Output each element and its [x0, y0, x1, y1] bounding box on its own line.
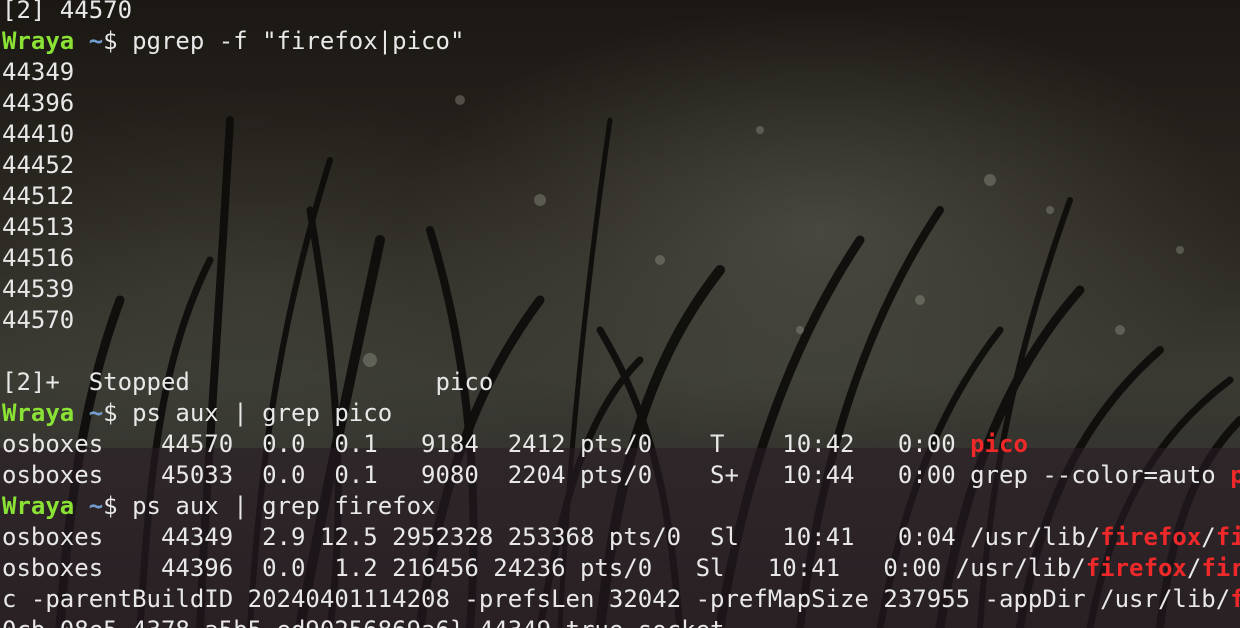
prompt-user: Wraya — [2, 492, 75, 520]
output-text: osboxes 44396 0.0 1.2 216456 24236 pts/0… — [2, 554, 1086, 582]
output-line: 44570 — [2, 305, 1240, 336]
command-text: ps aux | grep firefox — [132, 492, 436, 520]
output-line: [2]+ Stopped pico — [2, 367, 1240, 398]
output-line: c -parentBuildID 20240401114208 -prefsLe… — [2, 584, 1240, 615]
output-text: / — [1186, 554, 1202, 582]
output-line: [2] 44570 — [2, 0, 1240, 26]
command-text: ps aux | grep pico — [132, 399, 393, 427]
prompt-symbol: $ — [103, 399, 118, 427]
grep-match: firefox — [1215, 523, 1240, 551]
output-line: 0cb-08e5-4378-a5b5-ed90256869a6} 44349 t… — [2, 615, 1240, 628]
output-text: [2]+ Stopped pico — [2, 368, 494, 396]
output-line: 44396 — [2, 88, 1240, 119]
grep-match: pico — [1230, 461, 1240, 489]
output-line: 44539 — [2, 274, 1240, 305]
output-text: 44512 — [2, 182, 75, 210]
grep-match: pico — [970, 430, 1028, 458]
prompt-symbol: $ — [103, 492, 118, 520]
output-line: 44513 — [2, 212, 1240, 243]
output-text: osboxes 44349 2.9 12.5 2952328 253368 pt… — [2, 523, 1101, 551]
output-line: 44452 — [2, 150, 1240, 181]
prompt-path: ~ — [88, 27, 104, 55]
prompt-user: Wraya — [2, 399, 75, 427]
output-text: 44516 — [2, 244, 75, 272]
output-line: 44349 — [2, 57, 1240, 88]
output-line: osboxes 44570 0.0 0.1 9184 2412 pts/0 T … — [2, 429, 1240, 460]
output-line: osboxes 44396 0.0 1.2 216456 24236 pts/0… — [2, 553, 1240, 584]
output-line: 44516 — [2, 243, 1240, 274]
output-line: 44512 — [2, 181, 1240, 212]
output-text: 44570 — [2, 306, 75, 334]
prompt-user: Wraya — [2, 27, 75, 55]
grep-match: firefox — [1085, 554, 1187, 582]
command-line: Wraya ~$ ps aux | grep pico — [2, 398, 1240, 429]
grep-match: firefox — [1201, 554, 1240, 582]
command-line: Wraya ~$ pgrep -f "firefox|pico" — [2, 26, 1240, 57]
output-text: 44452 — [2, 151, 75, 179]
output-text: 44410 — [2, 120, 75, 148]
grep-match: firefox — [1100, 523, 1202, 551]
output-text: c -parentBuildID 20240401114208 -prefsLe… — [2, 585, 1231, 613]
output-text: 44349 — [2, 58, 75, 86]
output-text: / — [1201, 523, 1216, 551]
output-text: [2] 44570 — [2, 0, 133, 24]
prompt-path: ~ — [88, 399, 104, 427]
output-text: osboxes 44570 0.0 0.1 9184 2412 pts/0 T … — [2, 430, 971, 458]
command-text: pgrep -f "firefox|pico" — [132, 27, 465, 55]
output-text: 44513 — [2, 213, 75, 241]
terminal-output[interactable]: [2] 44570 Wraya ~$ pgrep -f "firefox|pico… — [2, 0, 1240, 628]
output-text: 44539 — [2, 275, 75, 303]
output-line: 44410 — [2, 119, 1240, 150]
output-text: 44396 — [2, 89, 75, 117]
prompt-symbol: $ — [103, 27, 118, 55]
output-text: osboxes 45033 0.0 0.1 9080 2204 pts/0 S+… — [2, 461, 1231, 489]
grep-match: firefox — [1230, 585, 1240, 613]
output-line: osboxes 44349 2.9 12.5 2952328 253368 pt… — [2, 522, 1240, 553]
output-text: 0cb-08e5-4378-a5b5-ed90256869a6} 44349 t… — [2, 616, 724, 628]
command-line: Wraya ~$ ps aux | grep firefox — [2, 491, 1240, 522]
output-line: osboxes 45033 0.0 0.1 9080 2204 pts/0 S+… — [2, 460, 1240, 491]
prompt-path: ~ — [88, 492, 104, 520]
